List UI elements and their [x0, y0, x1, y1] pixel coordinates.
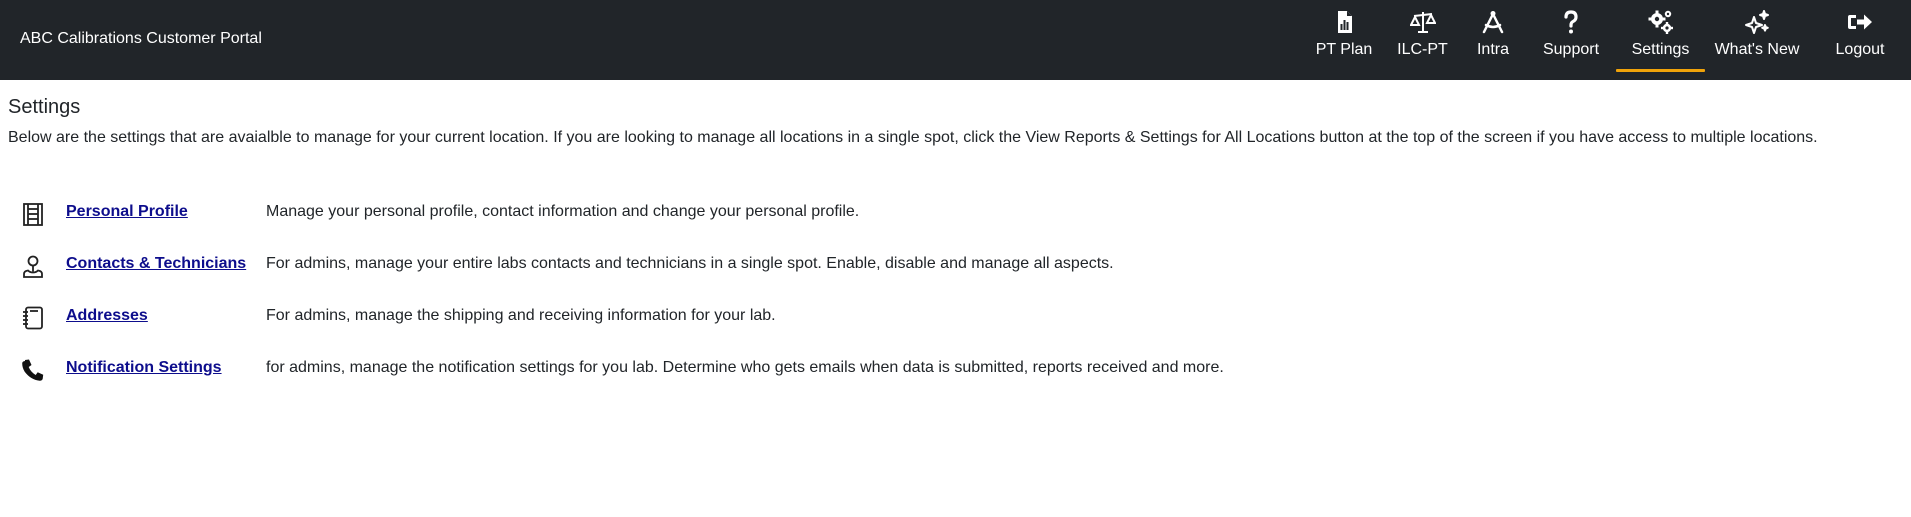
gears-icon — [1648, 10, 1673, 34]
settings-item-notification-settings: Notification Settings for admins, manage… — [0, 352, 1911, 392]
nav-label: PT Plan — [1315, 41, 1373, 58]
intro-text: Below are the settings that are avaialbl… — [8, 129, 1818, 146]
nav-item-logout[interactable]: Logout — [1809, 0, 1911, 80]
report-icon — [1338, 11, 1352, 33]
phone-icon — [22, 359, 44, 381]
nav-label: Intra — [1476, 41, 1509, 58]
person-icon — [23, 255, 43, 278]
settings-item-contacts-technicians: Contacts & Technicians For admins, manag… — [0, 248, 1911, 288]
compass-icon — [1482, 11, 1504, 34]
logout-icon — [1848, 14, 1872, 30]
question-icon — [1564, 10, 1578, 34]
nav-label: What's New — [1714, 41, 1800, 58]
top-navbar: ABC Calibrations Customer Portal PT Plan… — [0, 0, 1911, 80]
personal-profile-description: Manage your personal profile, contact in… — [266, 203, 860, 220]
nav-label: ILC-PT — [1397, 41, 1448, 58]
notification-settings-link[interactable]: Notification Settings — [66, 358, 222, 378]
sparkles-icon — [1745, 10, 1769, 34]
settings-item-addresses: Addresses For admins, manage the shippin… — [0, 300, 1911, 340]
scale-icon — [1409, 12, 1436, 33]
nav-label: Support — [1542, 41, 1600, 58]
address-book-icon — [23, 306, 43, 330]
main-nav: PT Plan ILC-PT Intra Support Settings Wh… — [1303, 0, 1911, 80]
addresses-link[interactable]: Addresses — [66, 306, 148, 326]
settings-item-personal-profile: Personal Profile Manage your personal pr… — [0, 196, 1911, 236]
personal-profile-link[interactable]: Personal Profile — [66, 202, 188, 222]
nav-item-support[interactable]: Support — [1526, 0, 1616, 80]
nav-item-pt-plan[interactable]: PT Plan — [1303, 0, 1385, 80]
nav-item-settings[interactable]: Settings — [1616, 0, 1705, 80]
notification-settings-description: for admins, manage the notification sett… — [266, 359, 1224, 376]
addresses-description: For admins, manage the shipping and rece… — [266, 307, 776, 324]
nav-item-whats-new[interactable]: What's New — [1705, 0, 1809, 80]
nav-item-ilc-pt[interactable]: ILC-PT — [1385, 0, 1460, 80]
brand-title[interactable]: ABC Calibrations Customer Portal — [20, 29, 262, 49]
contacts-technicians-link[interactable]: Contacts & Technicians — [66, 254, 246, 274]
nav-label: Logout — [1835, 41, 1885, 58]
nav-label: Settings — [1631, 41, 1690, 58]
nav-item-intra[interactable]: Intra — [1460, 0, 1526, 80]
ledger-icon — [23, 203, 43, 226]
page-title: Settings — [8, 96, 81, 118]
contacts-technicians-description: For admins, manage your entire labs cont… — [266, 255, 1114, 272]
